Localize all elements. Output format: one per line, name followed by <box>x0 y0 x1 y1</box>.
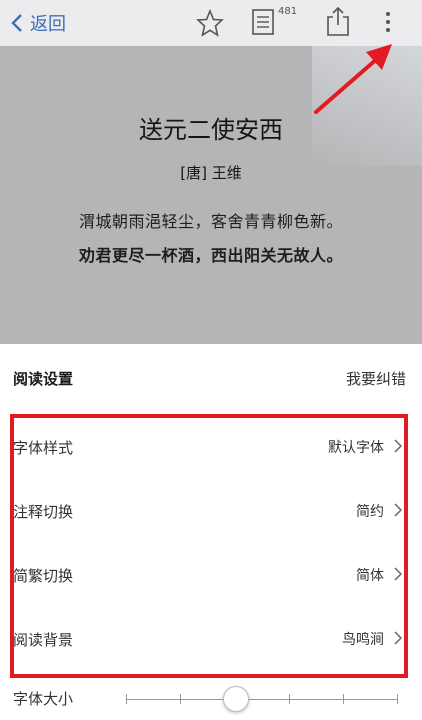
slider-tick <box>126 694 127 704</box>
sheet-header: 阅读设置 我要纠错 <box>0 344 422 404</box>
poem-line: 劝君更尽一杯酒，西出阳关无故人。 <box>78 246 343 265</box>
more-icon[interactable] <box>383 8 393 36</box>
font-size-slider-track[interactable] <box>126 699 398 700</box>
font-size-label: 字体大小 <box>13 690 74 708</box>
notes-icon[interactable] <box>251 7 277 37</box>
font-size-row: 字体大小 <box>0 682 422 718</box>
font-size-slider-knob[interactable] <box>222 686 249 712</box>
back-button[interactable]: 返回 <box>10 10 66 36</box>
poem-author: [唐] 王维 <box>180 164 242 182</box>
back-label: 返回 <box>30 14 66 35</box>
slider-tick <box>397 694 398 704</box>
share-icon[interactable] <box>324 5 352 37</box>
reading-settings-sheet: 阅读设置 我要纠错 字体样式 默认字体 注释切换 简约 简繁切换 简体 阅读背景… <box>0 344 422 720</box>
slider-tick <box>343 694 344 704</box>
slider-tick <box>180 694 181 704</box>
star-icon[interactable] <box>196 9 224 37</box>
report-error-button[interactable]: 我要纠错 <box>346 368 406 389</box>
poem-line: 渭城朝雨浥轻尘，客舍青青柳色新。 <box>78 212 343 231</box>
annotation-highlight-box <box>10 414 408 678</box>
annotation-arrow-icon <box>314 44 392 114</box>
sheet-title: 阅读设置 <box>13 370 74 388</box>
notes-count-badge: 481 <box>278 6 298 17</box>
chevron-left-icon <box>11 14 22 32</box>
slider-tick <box>289 694 290 704</box>
